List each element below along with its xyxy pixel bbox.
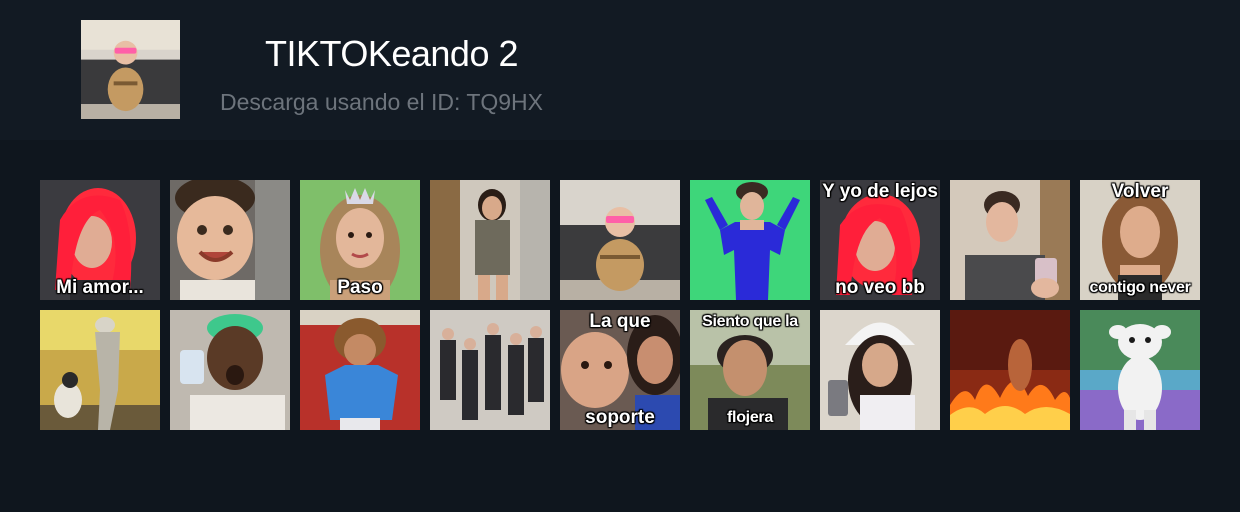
sticker[interactable] xyxy=(560,180,680,300)
sticker-caption-top: Y yo de lejos xyxy=(822,181,938,202)
sticker-grid: Mi amor... Paso Y yo de lejos no veo bb … xyxy=(40,180,1200,430)
sticker-image xyxy=(950,310,1070,430)
sticker[interactable]: La que soporte xyxy=(560,310,680,430)
sticker[interactable] xyxy=(820,310,940,430)
sticker-caption-bottom: contigo never xyxy=(1089,279,1191,296)
sticker[interactable]: Y yo de lejos no veo bb xyxy=(820,180,940,300)
sticker-caption-bottom: soporte xyxy=(585,407,655,428)
sticker[interactable] xyxy=(40,310,160,430)
pack-download-id: Descarga usando el ID: TQ9HX xyxy=(220,89,544,115)
sticker[interactable] xyxy=(430,310,550,430)
sticker-image xyxy=(430,310,550,430)
sticker-image xyxy=(820,310,940,430)
sticker[interactable] xyxy=(430,180,550,300)
sticker-image xyxy=(170,310,290,430)
sticker-image xyxy=(560,180,680,300)
sticker-image xyxy=(1080,310,1200,430)
sticker-caption-top: Volver xyxy=(1111,181,1169,202)
pack-title: TIKTOKeando 2 xyxy=(265,33,519,74)
sticker-image xyxy=(430,180,550,300)
pack-header xyxy=(0,0,1240,140)
sticker-caption-bottom: no veo bb xyxy=(835,277,925,298)
sticker[interactable] xyxy=(950,180,1070,300)
sticker-image xyxy=(690,180,810,300)
sticker-caption-top: Siento que la xyxy=(702,313,798,330)
sticker[interactable] xyxy=(300,310,420,430)
sticker-caption-bottom: Mi amor... xyxy=(56,277,144,298)
sticker-image xyxy=(300,310,420,430)
sticker-caption-bottom: flojera xyxy=(727,409,773,426)
sticker[interactable] xyxy=(950,310,1070,430)
sticker-image xyxy=(950,180,1070,300)
sticker[interactable]: Volver contigo never xyxy=(1080,180,1200,300)
sticker-caption-top: La que xyxy=(589,311,651,332)
sticker[interactable] xyxy=(1080,310,1200,430)
sticker-image xyxy=(170,180,290,300)
sticker[interactable]: Mi amor... xyxy=(40,180,160,300)
sticker[interactable] xyxy=(170,180,290,300)
pack-thumbnail xyxy=(81,20,180,120)
sticker-caption-bottom: Paso xyxy=(337,277,383,298)
sticker[interactable]: Siento que la flojera xyxy=(690,310,810,430)
sticker[interactable]: Paso xyxy=(300,180,420,300)
sticker[interactable] xyxy=(690,180,810,300)
sticker[interactable] xyxy=(170,310,290,430)
sticker-image xyxy=(40,310,160,430)
